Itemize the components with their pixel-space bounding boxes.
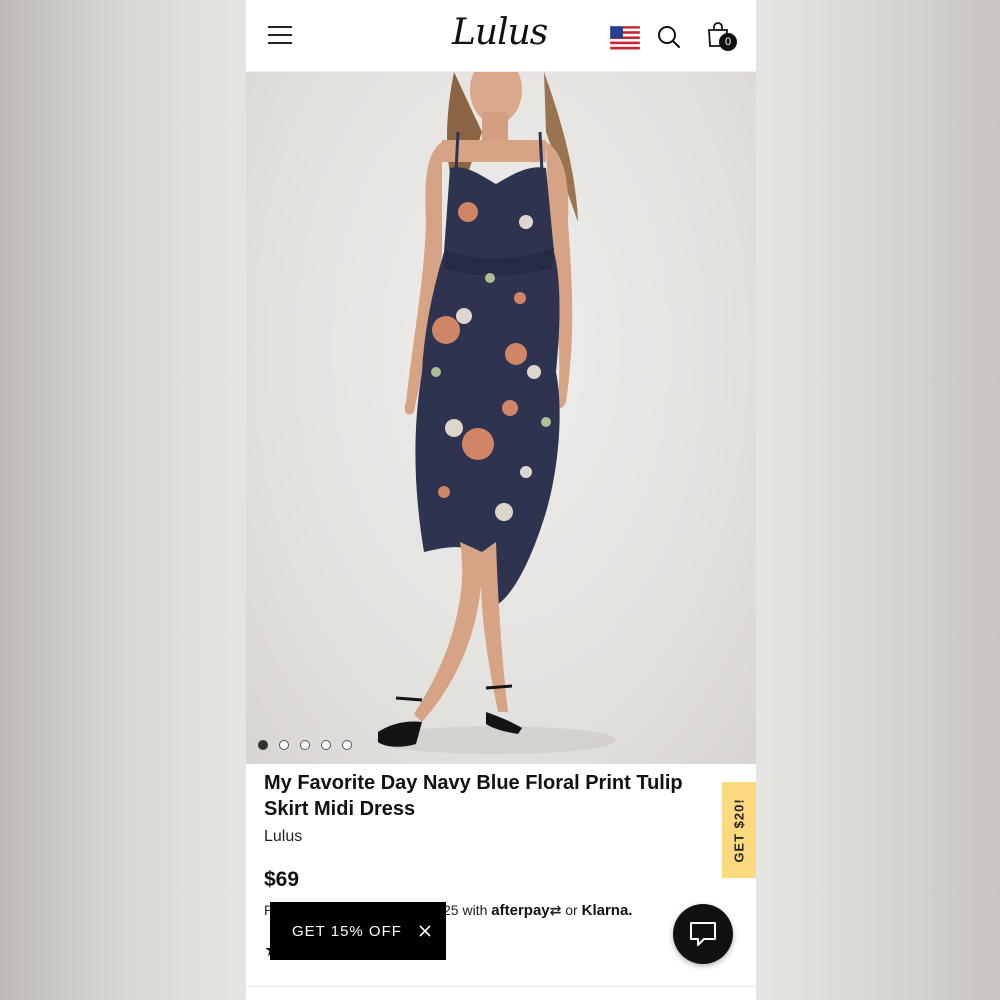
site-header: Lulus 0	[246, 0, 756, 72]
gallery-dot[interactable]	[258, 740, 268, 750]
klarna-logo[interactable]: Klarna.	[582, 902, 633, 919]
chat-icon	[690, 922, 716, 946]
afterpay-logo[interactable]: afterpay	[491, 902, 549, 919]
afterpay-icon: ⇄	[549, 902, 562, 918]
promo-banner[interactable]: GET 15% OFF	[270, 902, 446, 960]
gallery-dot[interactable]	[300, 740, 310, 750]
product-info: My Favorite Day Navy Blue Floral Print T…	[246, 764, 756, 1000]
cart-count-badge[interactable]: 0	[719, 33, 737, 51]
gallery-pagination	[258, 740, 352, 750]
side-tab-label: GET $20!	[731, 797, 747, 863]
gallery-dot[interactable]	[321, 740, 331, 750]
gallery-dot[interactable]	[279, 740, 289, 750]
or-text: or	[565, 902, 578, 918]
product-page: Lulus 0 My Favorite Day Navy Blue Floral…	[246, 0, 756, 1000]
get-20-side-tab[interactable]: GET $20!	[722, 782, 756, 878]
chat-button[interactable]	[673, 904, 733, 964]
product-price: $69	[264, 868, 300, 891]
gallery-dot[interactable]	[342, 740, 352, 750]
product-title: My Favorite Day Navy Blue Floral Print T…	[264, 772, 683, 820]
search-icon[interactable]	[656, 24, 682, 50]
product-image[interactable]	[246, 72, 756, 764]
divider	[246, 986, 756, 987]
menu-icon[interactable]	[268, 26, 292, 46]
product-brand[interactable]: Lulus	[264, 828, 302, 846]
close-icon[interactable]	[418, 924, 432, 938]
logo[interactable]: Lulus	[452, 12, 548, 56]
promo-label: GET 15% OFF	[292, 922, 402, 940]
model-photo	[376, 72, 616, 754]
us-flag-icon[interactable]	[610, 26, 640, 50]
